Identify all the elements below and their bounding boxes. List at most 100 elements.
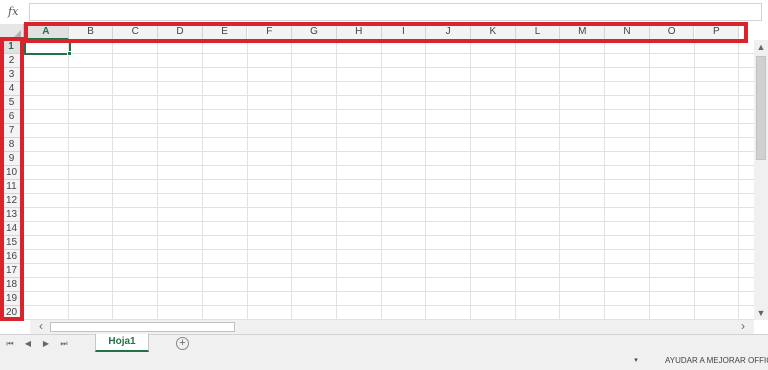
scroll-right-icon[interactable]: ›: [736, 320, 750, 334]
row-header-15[interactable]: 15: [0, 236, 24, 250]
column-header-c[interactable]: C: [113, 24, 159, 40]
last-sheet-icon[interactable]: ⏭: [57, 336, 71, 352]
column-header-h[interactable]: H: [336, 24, 382, 40]
row-header-2[interactable]: 2: [0, 54, 24, 68]
row-header-14[interactable]: 14: [0, 222, 24, 236]
column-headers: ABCDEFGHIJKLMNOP: [24, 24, 754, 40]
cell-area[interactable]: [24, 40, 754, 320]
column-header-a[interactable]: A: [24, 24, 69, 40]
sheet-tab-bar: ⏮ ◀ ▶ ⏭ Hoja1 +: [0, 334, 768, 352]
vertical-scroll-thumb[interactable]: [756, 56, 766, 160]
row-header-18[interactable]: 18: [0, 278, 24, 292]
column-header-d[interactable]: D: [158, 24, 203, 40]
active-cell[interactable]: [24, 40, 71, 55]
row-header-11[interactable]: 11: [0, 180, 24, 194]
row-header-10[interactable]: 10: [0, 166, 24, 180]
row-header-16[interactable]: 16: [0, 250, 24, 264]
row-header-17[interactable]: 17: [0, 264, 24, 278]
row-gridline: [24, 53, 754, 54]
column-gridline: [157, 40, 159, 320]
row-headers: 1 2 3 4 5 6 7 8 9 10 11 12 13 14 15 16 17 18 19 20: [0, 40, 24, 320]
column-gridline: [425, 40, 427, 320]
row-gridline: [24, 249, 754, 250]
column-gridline: [514, 40, 516, 320]
status-bar: ▾ AYUDAR A MEJORAR OFFICE: [0, 352, 768, 370]
column-gridline: [112, 40, 114, 320]
row-gridline: [24, 137, 754, 138]
column-gridline: [470, 40, 471, 320]
column-header-k[interactable]: K: [471, 24, 516, 40]
previous-sheet-icon[interactable]: ◀: [21, 336, 35, 352]
row-header-12[interactable]: 12: [0, 194, 24, 208]
row-gridline: [24, 95, 754, 96]
column-gridline: [693, 40, 695, 320]
row-header-9[interactable]: 9: [0, 152, 24, 166]
column-gridline: [559, 40, 561, 320]
next-sheet-icon[interactable]: ▶: [39, 336, 53, 352]
column-header-i[interactable]: I: [381, 24, 427, 40]
horizontal-scroll-thumb[interactable]: [50, 322, 235, 332]
row-gridline: [24, 123, 754, 124]
help-improve-office-link[interactable]: AYUDAR A MEJORAR OFFICE: [665, 354, 768, 368]
function-icon[interactable]: fx: [8, 5, 24, 19]
row-header-1[interactable]: 1: [0, 40, 24, 54]
row-gridline: [24, 305, 754, 306]
column-gridline: [738, 40, 740, 320]
row-header-6[interactable]: 6: [0, 110, 24, 124]
row-header-7[interactable]: 7: [0, 124, 24, 138]
row-gridline: [24, 235, 754, 236]
formula-bar: fx: [0, 0, 768, 24]
row-gridline: [24, 221, 754, 222]
column-gridline: [648, 40, 650, 320]
column-gridline: [335, 40, 337, 320]
column-gridline: [291, 40, 293, 320]
row-header-8[interactable]: 8: [0, 138, 24, 152]
column-gridline: [380, 40, 382, 320]
column-header-e[interactable]: E: [202, 24, 248, 40]
row-gridline: [24, 179, 754, 180]
column-gridline: [67, 40, 69, 320]
row-header-20[interactable]: 20: [0, 306, 24, 320]
scroll-left-icon[interactable]: ‹: [34, 320, 48, 334]
row-gridline: [24, 193, 754, 194]
column-header-p[interactable]: P: [694, 24, 740, 40]
select-all-triangle-icon: [14, 30, 21, 37]
scroll-down-icon[interactable]: ▼: [754, 306, 768, 320]
row-header-5[interactable]: 5: [0, 96, 24, 110]
row-gridline: [24, 81, 754, 82]
formula-input[interactable]: [29, 3, 762, 21]
column-gridline: [201, 40, 203, 320]
row-header-19[interactable]: 19: [0, 292, 24, 306]
row-header-13[interactable]: 13: [0, 208, 24, 222]
row-gridline: [24, 67, 754, 68]
row-header-4[interactable]: 4: [0, 82, 24, 96]
worksheet-grid: ABCDEFGHIJKLMNOP 1 2 3 4 5 6 7 8 9 10 11 12 13 14 15 16…: [0, 24, 754, 320]
row-gridline: [24, 109, 754, 110]
column-gridline: [246, 40, 248, 320]
column-gridline: [604, 40, 606, 320]
status-dropdown-icon[interactable]: ▾: [631, 354, 641, 368]
column-header-m[interactable]: M: [560, 24, 606, 40]
column-header-g[interactable]: G: [292, 24, 337, 40]
column-header-f[interactable]: F: [247, 24, 293, 40]
scroll-up-icon[interactable]: ▲: [754, 40, 768, 54]
row-gridline: [24, 151, 754, 152]
column-header-b[interactable]: B: [68, 24, 114, 40]
fill-handle[interactable]: [67, 51, 72, 56]
sheet-tab-hoja1[interactable]: Hoja1: [95, 334, 149, 352]
select-all-corner[interactable]: [0, 24, 24, 40]
column-header-j[interactable]: J: [426, 24, 471, 40]
row-gridline: [24, 291, 754, 292]
add-sheet-icon[interactable]: +: [176, 337, 189, 350]
first-sheet-icon[interactable]: ⏮: [3, 336, 17, 352]
row-header-3[interactable]: 3: [0, 68, 24, 82]
column-header-l[interactable]: L: [515, 24, 561, 40]
row-gridline: [24, 263, 754, 264]
row-gridline: [24, 277, 754, 278]
horizontal-scrollbar[interactable]: ‹ ›: [30, 320, 754, 334]
row-gridline: [24, 207, 754, 208]
row-gridline: [24, 165, 754, 166]
column-header-n[interactable]: N: [605, 24, 650, 40]
column-header-o[interactable]: O: [649, 24, 695, 40]
vertical-scrollbar[interactable]: ▲ ▼: [754, 40, 768, 320]
